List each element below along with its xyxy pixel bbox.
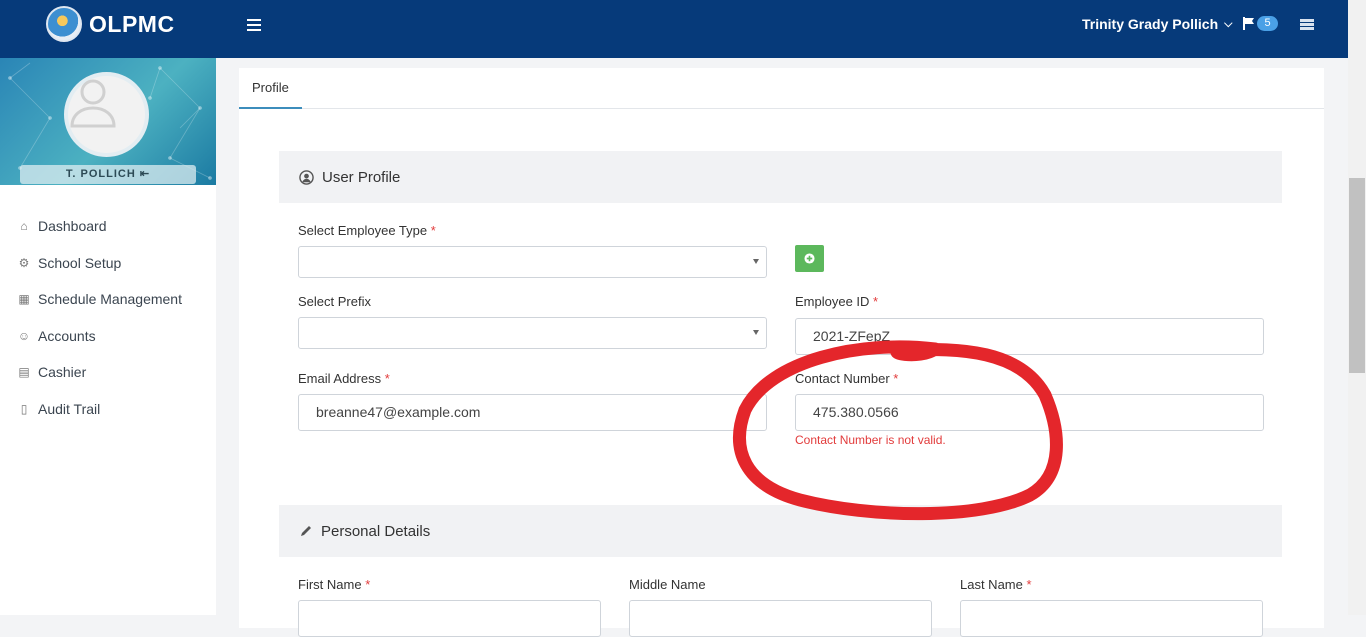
main-content: Profile User Profile Select Employee Typ… (216, 58, 1348, 637)
first-name-label-text: First Name (298, 577, 362, 592)
logo-icon (46, 6, 82, 42)
sidebar-item-label: Audit Trail (38, 400, 101, 417)
tab-bar: Profile (239, 68, 1324, 109)
prefix-select[interactable] (298, 317, 767, 349)
required-marker: * (430, 223, 436, 238)
user-circle-icon (299, 169, 314, 185)
first-name-label: First Name * (298, 577, 370, 592)
add-employee-type-button[interactable] (795, 245, 824, 272)
required-marker: * (1026, 577, 1032, 592)
profile-name-label: T. POLLICH (65, 168, 136, 180)
user-profile-header: User Profile (279, 151, 1282, 203)
email-label-text: Email Address (298, 371, 382, 386)
gear-icon: ⚙ (18, 255, 30, 270)
first-name-field[interactable] (298, 600, 601, 637)
calendar-icon: ▦ (18, 292, 30, 307)
home-icon: ⌂ (20, 219, 28, 234)
notifications-button[interactable]: 5 (1243, 16, 1279, 34)
sidebar-nav: ⌂ Dashboard ⚙ School Setup ▦ Schedule Manag… (0, 208, 216, 427)
dropdown-arrow-icon (753, 259, 759, 264)
chevron-down-icon: ⌵ (1224, 17, 1233, 30)
user-menu[interactable]: Trinity Grady Pollich ⌵ (1082, 16, 1233, 32)
contact-number-label: Contact Number * (795, 371, 898, 386)
user-name: Trinity Grady Pollich (1082, 16, 1219, 32)
menu-toggle-icon[interactable] (247, 19, 261, 31)
employee-type-label-text: Select Employee Type (298, 223, 428, 238)
scrollbar-thumb[interactable] (1349, 178, 1365, 373)
sidebar-item-schedule-management[interactable]: ▦ Schedule Management (0, 281, 216, 318)
cashier-icon: ▤ (18, 365, 30, 380)
sidebar-item-label: Dashboard (38, 218, 107, 235)
last-name-label-text: Last Name (960, 577, 1023, 592)
contact-number-error: Contact Number is not valid. (795, 433, 946, 447)
required-marker: * (365, 577, 371, 592)
sidebar-item-label: Cashier (38, 364, 87, 381)
avatar[interactable] (64, 72, 149, 157)
users-icon: ☺ (17, 328, 31, 343)
profile-banner: T. POLLICH ⇤ (0, 58, 216, 185)
employee-type-select[interactable] (298, 246, 767, 278)
flag-icon (1243, 17, 1254, 30)
sidebar-item-dashboard[interactable]: ⌂ Dashboard (0, 208, 216, 245)
section-title: User Profile (322, 168, 401, 186)
book-icon: ▯ (20, 401, 28, 416)
notification-badge: 5 (1257, 16, 1278, 31)
plus-circle-icon (804, 253, 815, 264)
sidebar-item-label: School Setup (38, 254, 122, 271)
tab-profile[interactable]: Profile (239, 68, 302, 109)
pencil-icon (301, 526, 311, 536)
employee-id-label: Employee ID * (795, 294, 878, 309)
required-marker: * (893, 371, 899, 386)
dropdown-arrow-icon (753, 330, 759, 335)
page-scrollbar[interactable] (1348, 0, 1366, 615)
sidebar-item-label: Schedule Management (38, 291, 182, 308)
section-title: Personal Details (321, 522, 431, 540)
personal-details-header: Personal Details (279, 505, 1282, 557)
cards-icon[interactable] (1300, 19, 1314, 31)
user-icon (70, 79, 116, 128)
required-marker: * (873, 294, 879, 309)
employee-id-label-text: Employee ID (795, 294, 870, 309)
prefix-label: Select Prefix (298, 294, 371, 309)
middle-name-label: Middle Name (629, 577, 706, 592)
logout-icon[interactable]: ⇤ (140, 168, 150, 180)
sidebar-item-audit-trail[interactable]: ▯ Audit Trail (0, 391, 216, 428)
required-marker: * (384, 371, 390, 386)
profile-name[interactable]: T. POLLICH ⇤ (20, 165, 196, 184)
brand-name: OLPMC (89, 11, 175, 37)
contact-number-field[interactable]: 475.380.0566 (795, 394, 1264, 431)
email-label: Email Address * (298, 371, 390, 386)
sidebar-item-school-setup[interactable]: ⚙ School Setup (0, 245, 216, 282)
middle-name-field[interactable] (629, 600, 932, 637)
profile-card: Profile User Profile Select Employee Typ… (239, 68, 1324, 637)
sidebar: T. POLLICH ⇤ ⌂ Dashboard ⚙ School Setup ▦ S… (0, 58, 216, 615)
last-name-label: Last Name * (960, 577, 1032, 592)
employee-type-label: Select Employee Type * (298, 223, 436, 238)
contact-label-text: Contact Number (795, 371, 890, 386)
sidebar-item-cashier[interactable]: ▤ Cashier (0, 354, 216, 391)
last-name-field[interactable] (960, 600, 1263, 637)
employee-id-input[interactable]: 2021-ZFepZ (795, 318, 1264, 355)
sidebar-item-label: Accounts (38, 327, 96, 344)
sidebar-item-accounts[interactable]: ☺ Accounts (0, 318, 216, 355)
email-field[interactable]: breanne47@example.com (298, 394, 767, 431)
top-navbar: OLPMC Trinity Grady Pollich ⌵ 5 (0, 0, 1348, 58)
